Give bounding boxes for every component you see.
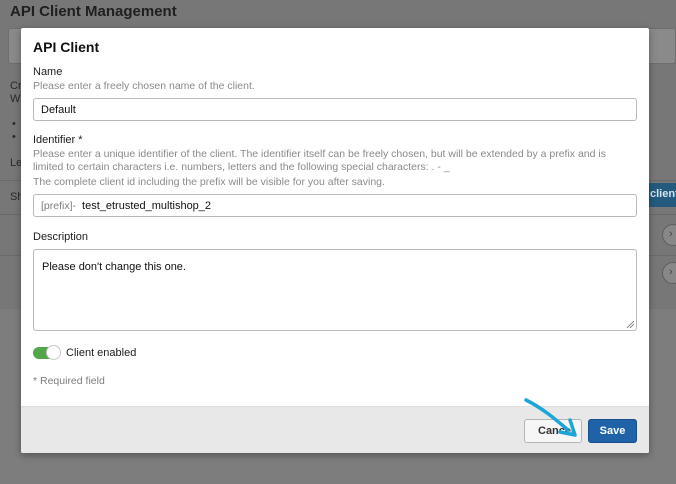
toggle-knob bbox=[46, 345, 61, 360]
identifier-help-text: Please enter a unique identifier of the … bbox=[33, 148, 606, 173]
save-button[interactable]: Save bbox=[588, 419, 637, 443]
dialog-footer: Cancel Save bbox=[21, 406, 649, 453]
identifier-help-text-2: The complete client id including the pre… bbox=[33, 176, 385, 188]
identifier-prefix: [prefix]- bbox=[41, 200, 77, 212]
name-input[interactable]: Default bbox=[33, 98, 637, 121]
dialog-title: API Client bbox=[33, 39, 100, 55]
name-input-value: Default bbox=[41, 104, 76, 116]
identifier-input[interactable]: [prefix]- test_etrusted_multishop_2 bbox=[33, 194, 637, 217]
api-client-dialog: API Client Name Please enter a freely ch… bbox=[21, 28, 649, 453]
cancel-button[interactable]: Cancel bbox=[524, 419, 582, 443]
identifier-label: Identifier * bbox=[33, 134, 83, 146]
client-enabled-label: Client enabled bbox=[66, 347, 137, 359]
description-label: Description bbox=[33, 231, 89, 243]
page-title: API Client Management bbox=[10, 3, 177, 20]
description-textarea[interactable]: Please don't change this one. bbox=[33, 249, 637, 331]
chevron-right-icon[interactable]: › bbox=[662, 224, 676, 246]
resize-handle-icon[interactable] bbox=[626, 320, 634, 328]
background-bullet: • bbox=[12, 131, 16, 143]
name-label: Name bbox=[33, 66, 63, 78]
required-field-note: * Required field bbox=[33, 375, 105, 387]
background-bullet: • bbox=[12, 118, 16, 130]
description-value: Please don't change this one. bbox=[42, 261, 186, 273]
client-enabled-toggle[interactable] bbox=[33, 345, 61, 360]
background-text: Cr bbox=[10, 80, 22, 92]
name-help-text: Please enter a freely chosen name of the… bbox=[33, 80, 255, 92]
identifier-input-value: test_etrusted_multishop_2 bbox=[82, 200, 212, 212]
chevron-right-icon[interactable]: › bbox=[662, 262, 676, 284]
